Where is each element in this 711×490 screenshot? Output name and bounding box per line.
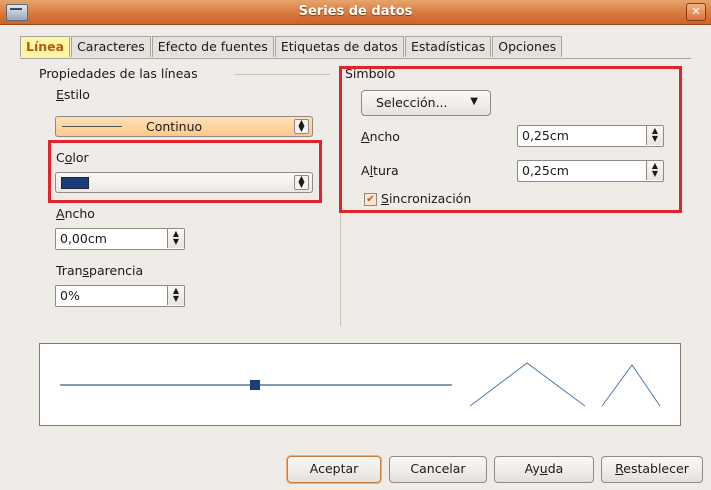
style-select[interactable]: Continuo ▲ ▼ [55,116,313,137]
help-button[interactable]: Ayuda [494,456,594,483]
color-highlight-box [48,140,322,203]
symbol-highlight-box [339,66,682,213]
window-title: Series de datos [298,4,413,19]
title-bar: Series de datos ✕ [0,0,711,25]
accept-button[interactable]: Aceptar [287,456,381,483]
cancel-button[interactable]: Cancelar [389,456,487,483]
spin-icon[interactable]: ▲ ▼ [167,286,184,305]
line-preview [39,343,681,426]
transparency-label: Transparencia [56,263,144,278]
transparency-field[interactable]: 0% ▲ ▼ [55,285,185,307]
preview-graphic [60,362,661,407]
chevron-updown-icon: ▲ ▼ [294,119,309,134]
close-button[interactable]: ✕ [686,3,706,21]
style-value: Continuo [146,119,203,134]
close-icon: ✕ [691,5,701,18]
width-label: Ancho [56,206,95,221]
preview-peak-1 [469,362,586,407]
tab-linea[interactable]: Línea [20,36,71,57]
section-rule [235,74,330,75]
tab-divider [20,58,691,59]
preview-peak-2 [601,364,661,407]
tab-efecto-fuentes[interactable]: Efecto de fuentes [151,36,274,57]
line-properties-title: Propiedades de las líneas [39,66,198,81]
reset-button[interactable]: Restablecer [601,456,703,483]
tab-opciones[interactable]: Opciones [492,36,563,57]
style-label: Estilo [56,87,90,102]
spin-icon[interactable]: ▲ ▼ [167,229,184,248]
line-width-field[interactable]: 0,00cm ▲ ▼ [55,228,185,250]
line-style-sample [62,126,122,127]
tab-etiquetas-datos[interactable]: Etiquetas de datos [274,36,404,57]
preview-symbol-marker [250,380,260,390]
tab-bar: Línea Caracteres Efecto de fuentes Etiqu… [20,36,563,58]
tab-estadisticas[interactable]: Estadísticas [404,36,492,57]
tab-caracteres[interactable]: Caracteres [71,36,151,57]
transparency-value: 0% [60,288,80,303]
line-width-value: 0,00cm [60,231,107,246]
